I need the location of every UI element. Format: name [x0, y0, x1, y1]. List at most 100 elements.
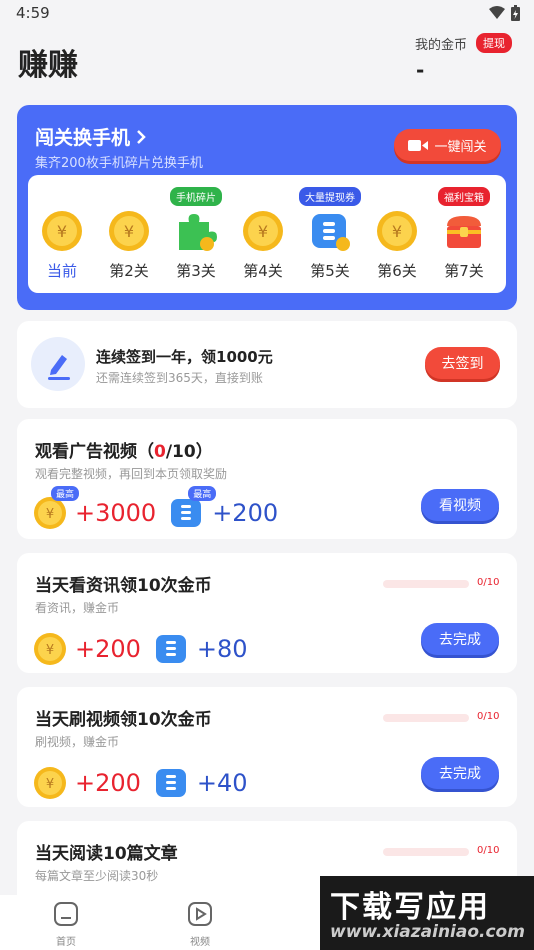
- coin-icon: ¥: [34, 767, 66, 799]
- coin-reward: ¥: [33, 632, 67, 666]
- nav-video-label: 视频: [190, 937, 210, 948]
- nav-home-label: 首页: [56, 937, 76, 948]
- level-item-7[interactable]: 福利宝箱 第7关: [433, 175, 495, 293]
- task-subtitle: 看资讯，赚金币: [35, 601, 120, 615]
- svg-text:¥: ¥: [392, 222, 402, 241]
- voucher-icon: [155, 635, 186, 663]
- svg-text:¥: ¥: [46, 643, 54, 658]
- level-label: 第4关: [243, 262, 283, 280]
- one-click-challenge-button[interactable]: 一键闯关: [394, 129, 501, 161]
- level-item-current[interactable]: ¥ 当前: [31, 175, 93, 293]
- task-title: 当天看资讯领10次金币: [35, 576, 212, 596]
- status-time: 4:59: [16, 4, 50, 22]
- task-title: 当天阅读10篇文章: [35, 844, 178, 864]
- coin-balance: -: [416, 58, 425, 82]
- complete-news-button[interactable]: 去完成: [421, 623, 499, 655]
- task-title-suffix: /10）: [165, 442, 213, 462]
- task-title-count: 0: [154, 442, 166, 462]
- one-click-challenge-label: 一键闯关: [434, 138, 487, 154]
- progress-text: 0/10: [477, 845, 500, 856]
- treasure-chest-icon: [447, 216, 481, 248]
- task-card-watch-ads: 观看广告视频（0/10） 观看完整视频，再回到本页领取奖励 ¥ 最高 +3000…: [17, 419, 517, 539]
- signin-icon-circle: [31, 337, 85, 391]
- task-card-videos: 当天刷视频领10次金币 刷视频，赚金币 0/10 ¥ +200 +40 去完成: [17, 687, 517, 807]
- nav-video[interactable]: 视频: [170, 901, 230, 948]
- task-title: 观看广告视频（0/10）: [35, 437, 213, 462]
- level-item-2[interactable]: ¥ 第2关: [98, 175, 160, 293]
- level-item-4[interactable]: ¥ 第4关: [232, 175, 294, 293]
- voucher-reward: [155, 632, 189, 666]
- level-item-6[interactable]: ¥ 第6关: [366, 175, 428, 293]
- chevron-right-icon: [137, 129, 146, 144]
- level-label: 第6关: [377, 262, 417, 280]
- reward-row: ¥ +200 +40: [33, 763, 248, 803]
- reward-row: ¥ 最高 +3000 最高 +200: [33, 486, 279, 533]
- coin-icon: ¥: [243, 211, 283, 251]
- voucher-amount: +80: [196, 635, 248, 663]
- play-icon: [188, 902, 212, 926]
- coin-icon: ¥: [34, 497, 66, 529]
- coin-amount: +200: [75, 769, 141, 797]
- max-tag: 最高: [188, 486, 217, 501]
- progress-bar: [383, 848, 469, 856]
- level-item-5[interactable]: 大量提现券 第5关: [299, 175, 361, 293]
- coin-amount: +3000: [75, 499, 157, 527]
- voucher-amount: +200: [212, 499, 279, 527]
- level-challenge-title-text: 闯关换手机: [35, 127, 131, 149]
- level-tag: 手机碎片: [170, 187, 222, 206]
- level-label: 第7关: [444, 262, 484, 280]
- level-challenge-title[interactable]: 闯关换手机: [35, 123, 146, 150]
- signin-button[interactable]: 去签到: [425, 347, 500, 379]
- level-label: 第5关: [310, 262, 350, 280]
- pen-icon: [48, 355, 70, 380]
- task-title: 当天刷视频领10次金币: [35, 710, 212, 730]
- level-label: 第3关: [176, 262, 216, 280]
- levels-track: ¥ 当前 ¥ 第2关 手机碎片 第3关 ¥ 第4关 大量提现券 第5关 ¥ 第6…: [28, 175, 506, 293]
- progress-bar: [383, 580, 469, 588]
- page-title: 赚赚: [18, 48, 78, 83]
- level-tag: 福利宝箱: [438, 187, 490, 206]
- coin-icon: ¥: [377, 211, 417, 251]
- level-item-3[interactable]: 手机碎片 第3关: [165, 175, 227, 293]
- level-label: 第2关: [109, 262, 149, 280]
- watermark-title: 下载写应用: [330, 890, 490, 925]
- coin-amount: +200: [75, 635, 141, 663]
- watermark-url: www.xiazainiao.com: [330, 922, 525, 942]
- watch-video-button[interactable]: 看视频: [421, 489, 499, 521]
- voucher-reward: 最高: [170, 486, 217, 530]
- withdraw-button[interactable]: 提现: [476, 33, 512, 53]
- my-coins-label: 我的金币: [415, 38, 468, 53]
- voucher-reward: [155, 766, 189, 800]
- signin-subtitle: 还需连续签到365天，直接到账: [96, 371, 263, 385]
- battery-icon: [511, 5, 520, 21]
- task-card-news: 当天看资讯领10次金币 看资讯，赚金币 0/10 ¥ +200 +80 去完成: [17, 553, 517, 673]
- task-subtitle: 刷视频，赚金币: [35, 735, 120, 749]
- voucher-icon: [171, 499, 202, 527]
- wifi-icon: [489, 6, 505, 19]
- video-camera-icon: [408, 139, 429, 151]
- svg-text:¥: ¥: [57, 222, 67, 241]
- task-subtitle: 观看完整视频，再回到本页领取奖励: [35, 467, 228, 481]
- coin-reward: ¥ 最高: [33, 486, 80, 530]
- voucher-amount: +40: [196, 769, 248, 797]
- progress-text: 0/10: [477, 577, 500, 588]
- status-bar: 4:59: [0, 0, 534, 28]
- svg-text:¥: ¥: [46, 507, 54, 522]
- max-tag: 最高: [51, 486, 80, 501]
- level-label: 当前: [46, 262, 77, 280]
- reward-row: ¥ +200 +80: [33, 629, 248, 669]
- signin-title: 连续签到一年，领1000元: [96, 348, 273, 366]
- coin-icon: ¥: [109, 211, 149, 251]
- svg-text:¥: ¥: [46, 777, 54, 792]
- task-title-prefix: 观看广告视频（: [35, 442, 154, 462]
- voucher-icon: [155, 769, 186, 797]
- home-icon: [54, 902, 78, 926]
- svg-text:¥: ¥: [258, 222, 268, 241]
- progress-bar: [383, 714, 469, 722]
- nav-home[interactable]: 首页: [36, 901, 96, 948]
- level-tag: 大量提现券: [299, 187, 361, 206]
- puzzle-piece-icon: [179, 214, 217, 251]
- signin-card: 连续签到一年，领1000元 还需连续签到365天，直接到账 去签到: [17, 321, 517, 408]
- coin-icon: ¥: [42, 211, 82, 251]
- complete-videos-button[interactable]: 去完成: [421, 757, 499, 789]
